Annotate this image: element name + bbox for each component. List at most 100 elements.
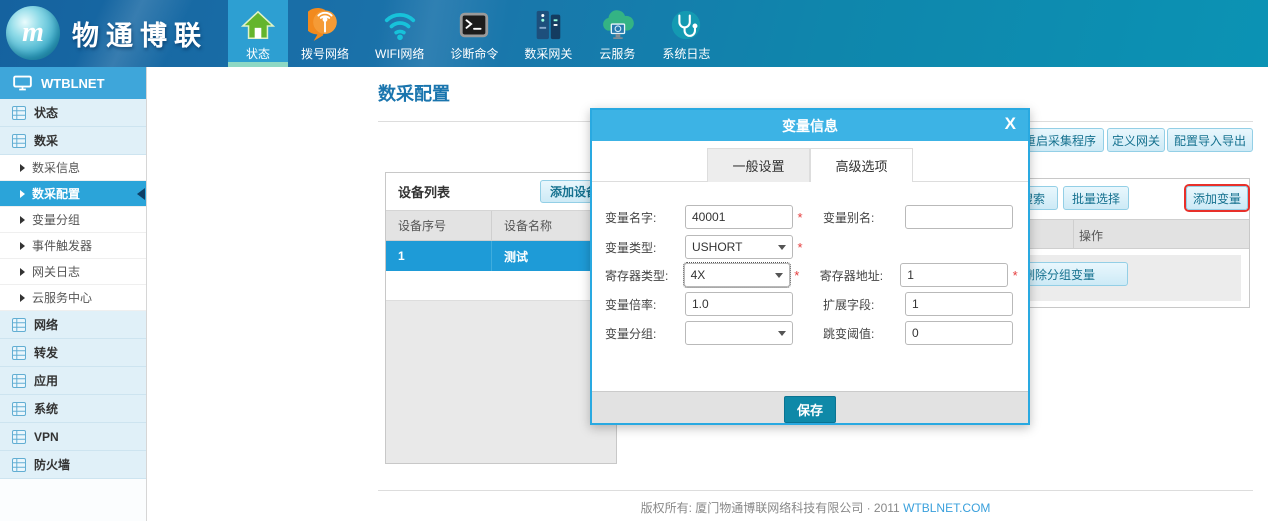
batch-select-button[interactable]: 批量选择 — [1063, 186, 1129, 210]
nav-item-status[interactable]: 状态 — [228, 0, 288, 67]
jump-threshold-input[interactable] — [905, 321, 1013, 345]
variable-alias-label: 变量别名: — [823, 209, 905, 226]
device-table-header: 设备序号 设备名称 — [386, 211, 616, 241]
sidebar-item-label: 防火墙 — [34, 456, 70, 473]
chevron-down-icon — [778, 245, 786, 250]
sidebar-item-event-trigger[interactable]: 事件触发器 — [0, 233, 146, 259]
sidebar-item-label: VPN — [34, 430, 59, 444]
variable-scale-input[interactable] — [685, 292, 793, 316]
nav-item-wifi-network[interactable]: WIFI网络 — [362, 0, 437, 67]
tab-general-settings[interactable]: 一般设置 — [707, 148, 810, 182]
sidebar-item-daq-info[interactable]: 数采信息 — [0, 155, 146, 181]
logo-letter: m — [22, 17, 44, 49]
sidebar-item-forwarding[interactable]: 转发 — [0, 339, 146, 367]
variable-info-modal: 变量信息 X 一般设置 高级选项 变量名字: * 变量别名: 变量类型: USH… — [590, 108, 1030, 425]
sidebar-item-firewall[interactable]: 防火墙 — [0, 451, 146, 479]
column-divider — [1073, 220, 1074, 248]
register-address-label: 寄存器地址: — [820, 267, 901, 284]
sidebar-item-daq-config[interactable]: 数采配置 — [0, 181, 146, 207]
form-row: 变量名字: * 变量别名: — [605, 204, 1022, 230]
sidebar-item-label: 数采信息 — [32, 159, 80, 176]
top-bar: m 物通博联 状态 拨号网络 WIFI网络 — [0, 0, 1268, 67]
nav-item-label: 系统日志 — [662, 45, 710, 62]
triangle-right-icon — [20, 268, 25, 276]
sidebar-item-label: 系统 — [34, 400, 58, 417]
sidebar-item-vpn[interactable]: VPN — [0, 423, 146, 451]
sidebar-item-gateway-log[interactable]: 网关日志 — [0, 259, 146, 285]
nav-item-system-log[interactable]: 系统日志 — [649, 0, 723, 67]
device-seq-cell: 1 — [386, 241, 491, 271]
sidebar-item-system[interactable]: 系统 — [0, 395, 146, 423]
sidebar-item-cloud-center[interactable]: 云服务中心 — [0, 285, 146, 311]
sidebar-item-status[interactable]: 状态 — [0, 99, 146, 127]
add-variable-button[interactable]: 添加变量 — [1186, 186, 1248, 210]
required-asterisk: * — [790, 268, 804, 283]
nav-item-dialup-network[interactable]: 拨号网络 — [288, 0, 362, 67]
sidebar: WTBLNET 状态 数采 数采信息 数采配置 变量分组 事件触发器 — [0, 67, 147, 521]
triangle-right-icon — [20, 294, 25, 302]
nav-item-label: 数采网关 — [524, 45, 572, 62]
dialup-icon — [308, 7, 342, 43]
page-title: 数采配置 — [378, 80, 450, 106]
register-address-input[interactable] — [900, 263, 1008, 287]
nav-item-cloud-service[interactable]: 云服务 — [585, 0, 649, 67]
variable-type-select[interactable]: USHORT — [685, 235, 793, 259]
nav-item-label: 状态 — [246, 45, 270, 62]
sidebar-item-label: 网关日志 — [32, 263, 80, 280]
sidebar-item-application[interactable]: 应用 — [0, 367, 146, 395]
logo-sphere-icon: m — [6, 6, 60, 60]
variable-group-select[interactable] — [685, 321, 793, 345]
sidebar-item-label: 网络 — [34, 316, 58, 333]
variable-name-input[interactable] — [685, 205, 793, 229]
sidebar-item-variable-group[interactable]: 变量分组 — [0, 207, 146, 233]
config-import-export-button[interactable]: 配置导入导出 — [1167, 128, 1253, 152]
grid-icon — [12, 134, 26, 148]
register-type-label: 寄存器类型: — [605, 267, 684, 284]
triangle-right-icon — [20, 190, 25, 198]
form-row: 变量倍率: 扩展字段: — [605, 291, 1022, 317]
grid-icon — [12, 106, 26, 120]
sidebar-item-data-acquisition[interactable]: 数采 — [0, 127, 146, 155]
grid-icon — [12, 402, 26, 416]
operation-column-header: 操作 — [1079, 227, 1103, 244]
extend-field-input[interactable] — [905, 292, 1013, 316]
device-list-header: 设备列表 添加设备 — [386, 173, 616, 211]
define-gateway-button[interactable]: 定义网关 — [1107, 128, 1165, 152]
variable-type-label: 变量类型: — [605, 239, 685, 256]
top-nav: 状态 拨号网络 WIFI网络 诊断命令 — [228, 0, 723, 67]
extend-field-label: 扩展字段: — [823, 296, 905, 313]
nav-item-diagnostic-command[interactable]: 诊断命令 — [437, 0, 511, 67]
nav-item-label: 拨号网络 — [301, 45, 349, 62]
required-asterisk: * — [793, 240, 807, 255]
gateway-icon — [531, 7, 565, 43]
device-table-row[interactable]: 1 测试 — [386, 241, 616, 271]
nav-item-daq-gateway[interactable]: 数采网关 — [511, 0, 585, 67]
jump-threshold-label: 跳变阈值: — [823, 325, 905, 342]
copyright-label: 版权所有: 厦门物通博联网络科技有限公司 · 2011 — [641, 501, 900, 515]
sidebar-header: WTBLNET — [0, 67, 146, 99]
sidebar-item-label: 变量分组 — [32, 211, 80, 228]
save-button[interactable]: 保存 — [784, 396, 836, 423]
form-row: 变量类型: USHORT * — [605, 234, 1022, 260]
variable-type-value: USHORT — [692, 240, 742, 254]
tab-advanced-options[interactable]: 高级选项 — [810, 148, 913, 182]
required-asterisk: * — [1008, 268, 1022, 283]
sidebar-item-label: 事件触发器 — [32, 237, 92, 254]
register-type-select[interactable]: 4X — [684, 263, 790, 287]
sidebar-item-network[interactable]: 网络 — [0, 311, 146, 339]
sidebar-item-label: 状态 — [34, 104, 58, 121]
variable-group-label: 变量分组: — [605, 325, 685, 342]
grid-icon — [12, 318, 26, 332]
active-notch-icon — [137, 188, 145, 200]
form-row: 变量分组: 跳变阈值: — [605, 320, 1022, 346]
register-type-value: 4X — [691, 268, 706, 282]
variable-alias-input[interactable] — [905, 205, 1013, 229]
sidebar-item-label: 云服务中心 — [32, 289, 92, 306]
nav-item-label: WIFI网络 — [375, 45, 424, 62]
triangle-right-icon — [20, 164, 25, 172]
close-icon[interactable]: X — [1005, 114, 1016, 134]
footer-link[interactable]: WTBLNET.COM — [903, 501, 990, 515]
modal-title: 变量信息 — [782, 116, 838, 136]
triangle-right-icon — [20, 242, 25, 250]
device-list-panel: 设备列表 添加设备 设备序号 设备名称 1 测试 — [385, 172, 617, 464]
